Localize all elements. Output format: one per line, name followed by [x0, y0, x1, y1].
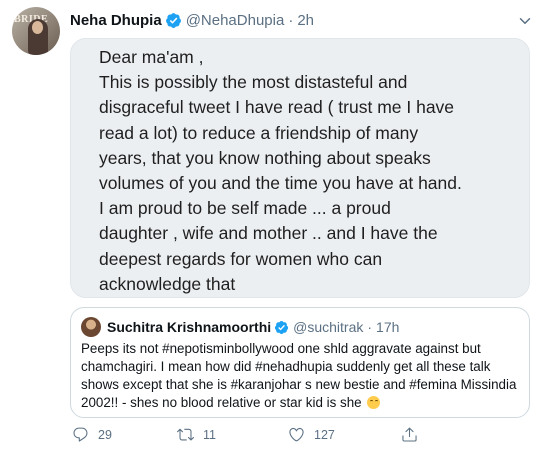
like-button[interactable]: 127 [288, 426, 335, 443]
chevron-down-icon[interactable] [516, 12, 534, 30]
notes-screenshot-text: Dear ma'am , This is possibly the most d… [99, 45, 523, 297]
tweet[interactable]: BRIDE Neha Dhupia @NehaDhupia · 2h Dear … [0, 0, 544, 450]
tweet-actions: 29 11 127 [70, 426, 530, 446]
quoted-avatar[interactable] [81, 317, 101, 337]
separator-dot: · [367, 319, 373, 335]
retweet-button[interactable]: 11 [177, 426, 216, 443]
retweet-icon [177, 428, 194, 441]
timestamp[interactable]: 2h [297, 12, 314, 29]
quoted-text-line: Peeps its not #nepotisminbollywood one s… [81, 341, 481, 356]
quoted-text-line-content: 2002!! - shes no blood relative or star … [81, 395, 362, 410]
tweet-header: Neha Dhupia @NehaDhupia · 2h [70, 10, 314, 30]
quoted-timestamp[interactable]: 17h [376, 319, 399, 335]
quoted-text-line: shows except that she is #karanjohar s n… [81, 377, 517, 392]
note-line: Dear ma'am , [99, 47, 204, 67]
note-line: read a lot) to reduce a friendship of ma… [99, 122, 419, 143]
tweet-image[interactable]: Dear ma'am , This is possibly the most d… [70, 38, 530, 298]
note-line: I am proud to be self made ... a proud [99, 198, 391, 219]
handle[interactable]: @NehaDhupia [186, 12, 285, 29]
like-count: 127 [314, 427, 335, 442]
heart-icon [289, 427, 304, 442]
separator-dot: · [288, 11, 294, 29]
quoted-tweet-text: Peeps its not #nepotisminbollywood one s… [81, 340, 521, 412]
note-line: This is possibly the most distasteful an… [99, 72, 408, 93]
quoted-tweet-header: Suchitra Krishnamoorthi @suchitrak · 17h [81, 317, 399, 337]
avatar-face [32, 21, 43, 34]
verified-badge-icon [275, 320, 289, 334]
note-line: acknowledge that [99, 273, 236, 294]
share-icon [402, 427, 417, 442]
quoted-text-line: chamchagiri. I mean how did #nehadhupia … [81, 359, 491, 374]
display-name[interactable]: Neha Dhupia [70, 12, 162, 29]
note-line: volumes of you and the time you have at … [99, 173, 462, 194]
avatar[interactable]: BRIDE [12, 7, 60, 55]
quoted-display-name[interactable]: Suchitra Krishnamoorthi [107, 319, 271, 335]
reply-button[interactable]: 29 [72, 426, 112, 443]
note-line: disgraceful tweet I have read ( trust me… [99, 97, 455, 118]
retweet-count: 11 [203, 427, 216, 442]
quoted-handle[interactable]: @suchitrak [293, 319, 363, 335]
smiling-face-icon [367, 396, 381, 409]
note-line: deepest regards for women who can [99, 248, 383, 269]
verified-badge-icon [165, 12, 181, 28]
note-line: daughter , wife and mother .. and I have… [99, 223, 438, 244]
quoted-text-line: 2002!! - shes no blood relative or star … [81, 394, 521, 412]
reply-count: 29 [98, 427, 112, 442]
share-button[interactable] [401, 426, 427, 443]
quoted-tweet[interactable]: Suchitra Krishnamoorthi @suchitrak · 17h… [70, 307, 530, 418]
reply-icon [73, 427, 88, 442]
note-line: years, that you know nothing about speak… [99, 147, 431, 168]
